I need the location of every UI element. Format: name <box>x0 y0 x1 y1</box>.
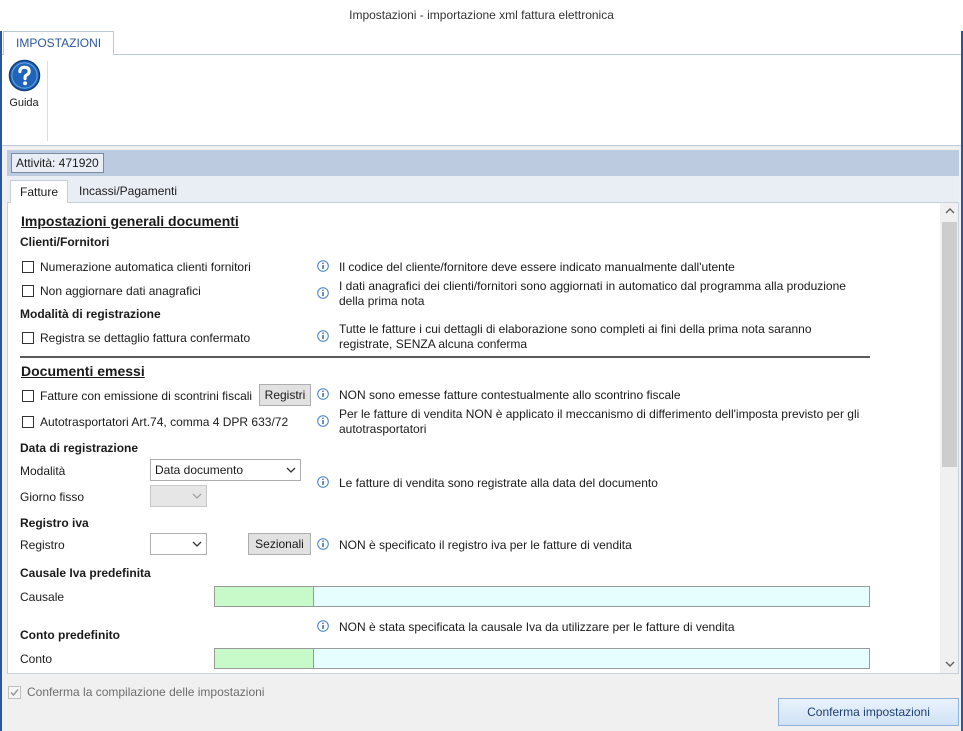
causale-code-field[interactable] <box>214 586 314 607</box>
subsection-modalita-registrazione: Modalità di registrazione <box>20 307 161 321</box>
info-icon <box>317 330 329 342</box>
autotrasportatori-info-line1: Per le fatture di vendita NON è applicat… <box>339 407 860 421</box>
window-title-bar: Impostazioni - importazione xml fattura … <box>0 0 963 31</box>
ribbon-tab-strip: IMPOSTAZIONI <box>0 31 963 56</box>
section-divider <box>20 356 870 358</box>
scroll-thumb[interactable] <box>942 222 957 467</box>
chevron-down-icon <box>192 493 202 499</box>
conferma-compilazione-checkbox[interactable] <box>8 686 21 699</box>
non-aggiornare-info-line1: I dati anagrafici dei clienti/fornitori … <box>339 279 846 293</box>
registro-select[interactable] <box>150 533 207 555</box>
checkmark-icon <box>10 689 19 697</box>
settings-panel: Impostazioni generali documenti Clienti/… <box>7 203 959 674</box>
numerazione-info: Il codice del cliente/fornitore deve ess… <box>339 260 735 274</box>
non-aggiornare-label: Non aggiornare dati anagrafici <box>40 284 201 298</box>
giorno-fisso-select[interactable] <box>150 485 207 507</box>
conto-label: Conto <box>20 652 53 666</box>
numerazione-label: Numerazione automatica clienti fornitori <box>40 260 251 274</box>
activity-label: Attività: 471920 <box>11 153 104 173</box>
subsection-clienti-fornitori: Clienti/Fornitori <box>20 235 110 249</box>
non-aggiornare-checkbox[interactable] <box>22 285 34 297</box>
guida-button[interactable]: Guida <box>5 59 43 119</box>
modalita-select[interactable]: Data documento <box>150 459 301 481</box>
ribbon-body: Guida <box>0 55 963 146</box>
causale-description-field[interactable] <box>314 586 870 607</box>
causale-label: Causale <box>20 590 65 604</box>
document-tabs: Fatture Incassi/Pagamenti <box>7 176 959 204</box>
section-title-emessi: Documenti emessi <box>21 363 145 379</box>
registra-confermato-info-line1: Tutte le fatture i cui dettagli di elabo… <box>339 322 812 336</box>
window-left-border <box>0 31 2 731</box>
conferma-impostazioni-button[interactable]: Conferma impostazioni <box>778 698 959 726</box>
modalita-select-value: Data documento <box>155 463 244 477</box>
registra-confermato-info-line2: registrate, SENZA alcuna conferma <box>339 337 528 351</box>
info-icon <box>317 388 329 400</box>
registra-confermato-info: Tutte le fatture i cui dettagli di elabo… <box>339 322 812 352</box>
scroll-up-arrow-icon[interactable] <box>940 203 958 221</box>
modalita-label: Modalità <box>20 464 66 478</box>
non-aggiornare-info-line2: della prima nota <box>339 294 425 308</box>
chevron-down-icon <box>192 541 202 547</box>
non-aggiornare-info: I dati anagrafici dei clienti/fornitori … <box>339 279 846 309</box>
autotrasportatori-info-line2: autotrasportatori <box>339 422 427 436</box>
info-icon <box>317 415 329 427</box>
info-icon <box>317 476 329 488</box>
causale-iva-info: NON è stata specificata la causale Iva d… <box>339 620 735 634</box>
conferma-compilazione-label: Conferma la compilazione delle impostazi… <box>27 685 265 699</box>
info-icon <box>317 538 329 550</box>
numerazione-checkbox[interactable] <box>22 261 34 273</box>
tab-incassi-pagamenti[interactable]: Incassi/Pagamenti <box>70 180 186 204</box>
scontrini-label: Fatture con emissione di scontrini fisca… <box>40 389 253 403</box>
subsection-data-registrazione: Data di registrazione <box>20 441 139 455</box>
vertical-scrollbar[interactable] <box>940 203 958 673</box>
giorno-fisso-label: Giorno fisso <box>20 490 85 504</box>
tab-fatture[interactable]: Fatture <box>10 180 69 204</box>
activity-header: Attività: 471920 <box>7 150 959 176</box>
sezionali-button[interactable]: Sezionali <box>248 533 311 555</box>
registri-button[interactable]: Registri <box>259 384 311 406</box>
scontrini-info: NON sono emesse fatture contestualmente … <box>339 388 681 402</box>
autotrasportatori-label: Autotrasportatori Art.74, comma 4 DPR 63… <box>40 415 289 429</box>
info-icon <box>317 620 329 632</box>
subsection-conto-predefinito: Conto predefinito <box>20 628 120 642</box>
info-icon <box>317 287 329 299</box>
autotrasportatori-checkbox[interactable] <box>22 416 34 428</box>
autotrasportatori-info: Per le fatture di vendita NON è applicat… <box>339 407 859 437</box>
scontrini-checkbox[interactable] <box>22 390 34 402</box>
ribbon-tab-impostazioni[interactable]: IMPOSTAZIONI <box>3 31 115 56</box>
registro-label: Registro <box>20 538 65 552</box>
subsection-causale-iva: Causale Iva predefinita <box>20 566 151 580</box>
conto-code-field[interactable] <box>214 648 314 669</box>
scroll-down-arrow-icon[interactable] <box>940 656 958 673</box>
section-title-generali: Impostazioni generali documenti <box>21 213 239 229</box>
registra-confermato-checkbox[interactable] <box>22 332 34 344</box>
info-icon <box>317 260 329 272</box>
guida-label: Guida <box>9 97 39 109</box>
registra-confermato-label: Registra se dettaglio fattura confermato <box>40 331 251 345</box>
data-registrazione-info: Le fatture di vendita sono registrate al… <box>339 476 658 490</box>
subsection-registro-iva: Registro iva <box>20 516 89 530</box>
chevron-down-icon <box>286 467 296 473</box>
window-title: Impostazioni - importazione xml fattura … <box>349 8 614 22</box>
ribbon-separator <box>47 61 48 141</box>
conto-description-field[interactable] <box>314 648 870 669</box>
help-question-icon <box>8 59 40 92</box>
registro-iva-info: NON è specificato il registro iva per le… <box>339 538 632 552</box>
